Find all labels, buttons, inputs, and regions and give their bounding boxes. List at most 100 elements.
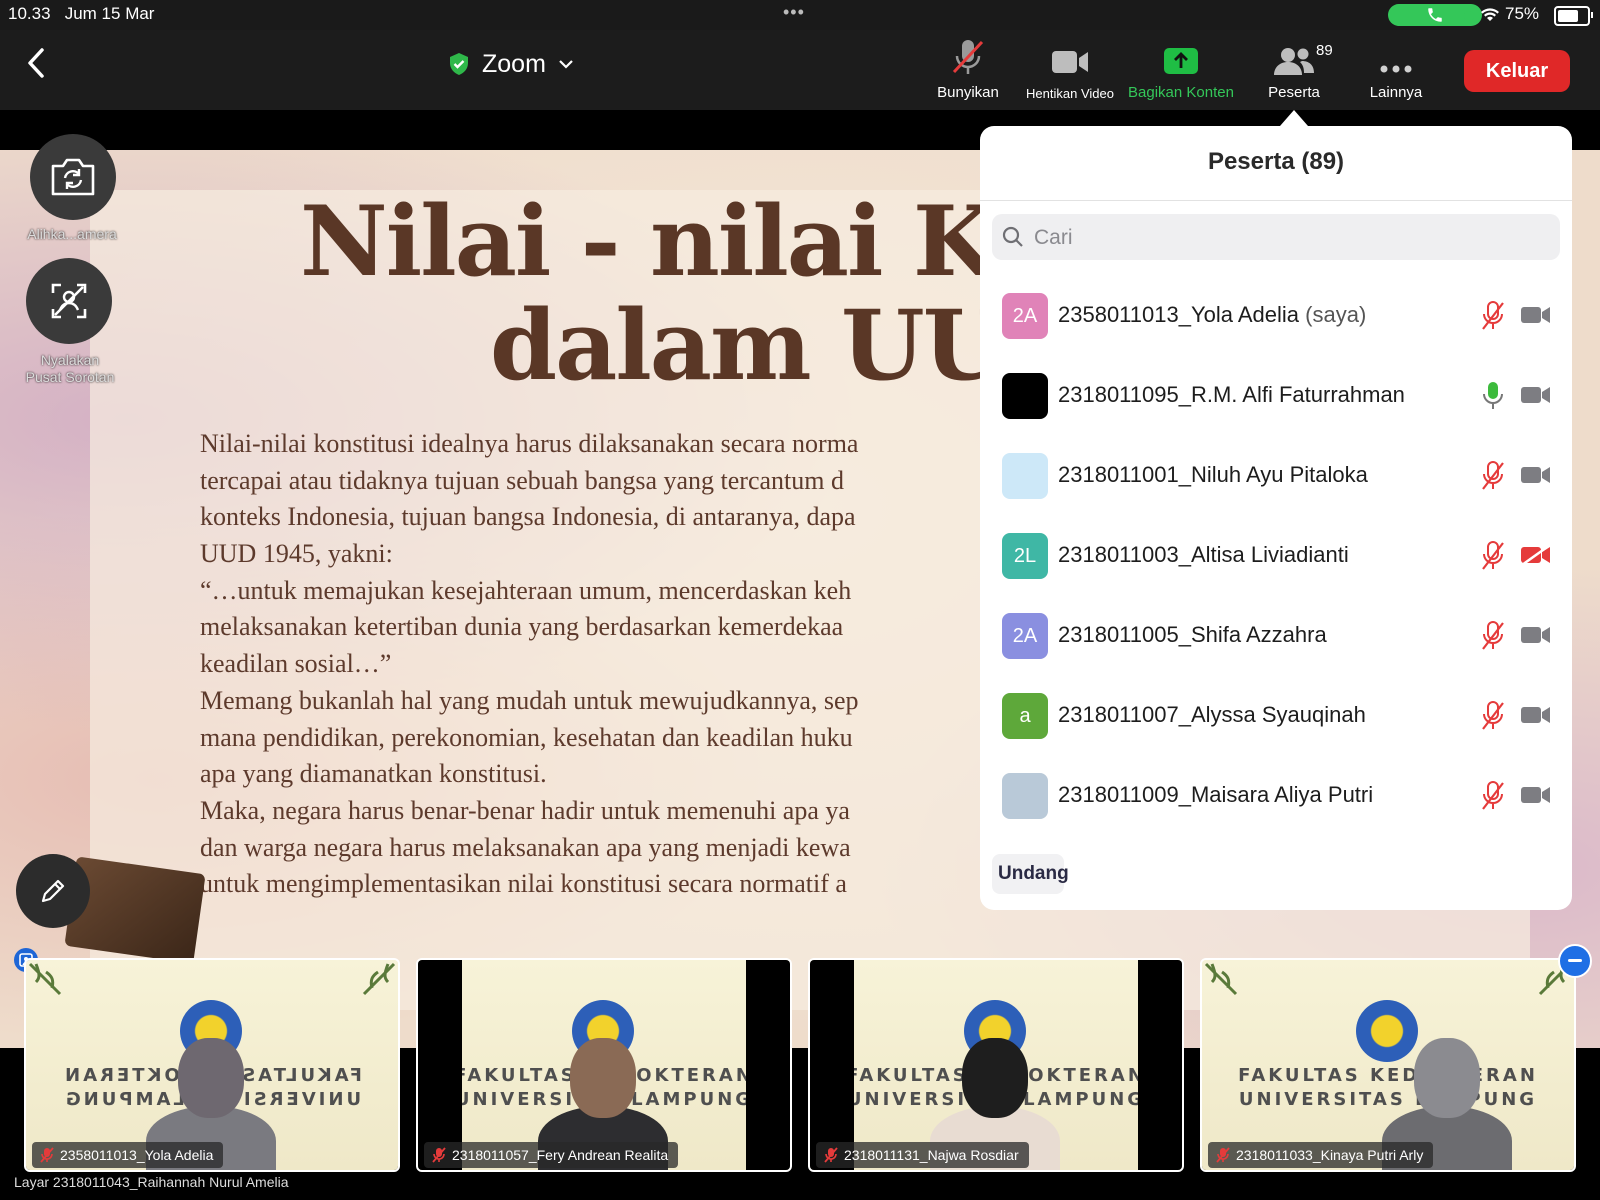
panel-title: Peserta (89) xyxy=(1207,148,1345,175)
multitasking-dots-icon[interactable]: ••• xyxy=(783,2,805,23)
mic-muted-icon xyxy=(432,1147,446,1163)
video-tile[interactable]: FAKULTAS KEDOKTERAN UNIVERSITAS LAMPUNG 2… xyxy=(808,958,1184,1172)
leaf-decoration xyxy=(28,962,62,996)
more-dots-icon xyxy=(1380,65,1412,73)
participant-avatar: a xyxy=(1002,693,1048,739)
leaf-decoration xyxy=(1204,962,1238,996)
participant-avatar xyxy=(1002,773,1048,819)
video-camera-icon[interactable] xyxy=(1520,464,1552,486)
leaf-decoration xyxy=(362,962,396,996)
annotate-button[interactable] xyxy=(16,854,90,928)
participant-name: 2318011095_R.M. Alfi Faturrahman xyxy=(1058,382,1405,407)
mic-muted-icon xyxy=(40,1147,54,1163)
mic-muted-icon[interactable] xyxy=(1480,540,1506,572)
slide-title-line-1: Nilai - nilai Kon xyxy=(300,185,1124,298)
more-label: Lainnya xyxy=(1369,84,1423,101)
participant-row[interactable]: a 2318011007_Alyssa Syauqinah xyxy=(980,676,1572,756)
switch-camera-button[interactable] xyxy=(30,134,116,220)
back-arrow-icon[interactable] xyxy=(22,46,52,80)
participant-name: 2318011003_Altisa Liviadianti xyxy=(1058,542,1349,567)
video-camera-icon[interactable] xyxy=(1520,624,1552,646)
mic-muted-icon[interactable] xyxy=(1480,300,1506,332)
call-icon xyxy=(1428,8,1442,22)
minus-icon xyxy=(1568,959,1582,962)
battery-percent: 75% xyxy=(1505,4,1540,23)
video-name-tag: 2318011057_Fery Andrean Realita xyxy=(424,1142,679,1168)
mic-muted-icon xyxy=(1216,1147,1230,1163)
invite-button[interactable]: Undang xyxy=(992,854,1069,894)
video-name-tag: 2318011131_Najwa Rosdiar xyxy=(816,1142,1029,1168)
slide-title-line-2: dalam UUD 1 xyxy=(490,289,1184,402)
participant-row[interactable]: 2L 2318011003_Altisa Liviadianti xyxy=(980,516,1572,596)
battery-icon xyxy=(1554,6,1593,26)
participants-panel: Peserta (89) 2A 2358011013_Yola Adelia (s… xyxy=(980,126,1572,910)
video-camera-icon[interactable] xyxy=(1520,704,1552,726)
video-tile[interactable]: FAKULTAS KEDOKTERAN UNIVERSITAS LAMPUNG 2… xyxy=(24,958,400,1172)
spotlight-button[interactable] xyxy=(26,258,112,344)
participant-row[interactable]: 2A 2318011005_Shifa Azzahra xyxy=(980,596,1572,676)
app-name: Zoom xyxy=(482,49,546,78)
wifi-icon xyxy=(1481,8,1499,21)
share-label: Bagikan Konten xyxy=(1128,84,1234,101)
participant-name: 2318011009_Maisara Aliya Putri xyxy=(1058,782,1374,807)
privacy-indicator xyxy=(1464,11,1474,21)
video-camera-icon[interactable] xyxy=(1520,384,1552,406)
mic-muted-icon[interactable] xyxy=(1480,780,1506,812)
leave-button[interactable]: Keluar xyxy=(1464,50,1570,92)
participant-row[interactable]: 2A 2358011013_Yola Adelia (saya) xyxy=(980,276,1572,356)
video-camera-icon[interactable] xyxy=(1520,784,1552,806)
participant-row[interactable]: 2318011095_R.M. Alfi Faturrahman xyxy=(980,356,1572,436)
participant-avatar xyxy=(1002,373,1048,419)
participant-name: 2318011005_Shifa Azzahra xyxy=(1058,622,1327,647)
video-label: Hentikan Video xyxy=(1026,86,1114,101)
meeting-toolbar: Zoom Bunyikan Hentikan Video Bagikan Kon… xyxy=(0,30,1600,110)
participant-name: 2318011001_Niluh Ayu Pitaloka xyxy=(1058,462,1368,487)
participant-name: 2318011007_Alyssa Syauqinah xyxy=(1058,702,1366,727)
video-thumbnail-strip: FAKULTAS KEDOKTERAN UNIVERSITAS LAMPUNG 2… xyxy=(0,958,1600,1172)
pencil-icon xyxy=(41,879,65,903)
video-name-tag: 2318011033_Kinaya Putri Arly xyxy=(1208,1142,1434,1168)
slide-title: Nilai - nilai Kon dalam UUD 1 xyxy=(300,185,1184,402)
video-tile[interactable]: FAKULTAS KEDOKTERAN UNIVERSITAS LAMPUNG 2… xyxy=(416,958,792,1172)
participant-row[interactable]: 2318011009_Maisara Aliya Putri xyxy=(980,756,1572,836)
search-input[interactable] xyxy=(1032,222,1536,254)
mute-label: Bunyikan xyxy=(937,84,999,101)
participant-avatar xyxy=(1002,453,1048,499)
minimize-thumbnails-button[interactable] xyxy=(1558,944,1592,978)
mic-muted-icon xyxy=(952,40,984,74)
switch-camera-label: Alihka...amera xyxy=(27,226,117,242)
mic-active-icon[interactable] xyxy=(1480,380,1506,412)
participant-row[interactable]: 2318011001_Niluh Ayu Pitaloka xyxy=(980,436,1572,516)
mic-muted-icon[interactable] xyxy=(1480,700,1506,732)
meeting-title-dropdown[interactable]: Zoom xyxy=(448,48,574,80)
search-box[interactable] xyxy=(992,214,1560,260)
video-off-icon[interactable] xyxy=(1520,544,1552,566)
switch-camera-icon xyxy=(51,158,95,196)
share-screen-icon xyxy=(1164,48,1198,74)
video-camera-icon[interactable] xyxy=(1520,304,1552,326)
mic-muted-icon[interactable] xyxy=(1480,620,1506,652)
status-bar: 10.33 Jum 15 Mar ••• 75% xyxy=(0,0,1600,30)
video-camera-icon xyxy=(1052,51,1088,73)
video-name-tag: 2358011013_Yola Adelia xyxy=(32,1142,224,1168)
mic-muted-icon[interactable] xyxy=(1480,460,1506,492)
participant-avatar: 2A xyxy=(1002,293,1048,339)
participant-avatar: 2L xyxy=(1002,533,1048,579)
participant-name: 2358011013_Yola Adelia (saya) xyxy=(1058,302,1367,327)
spotlight-off-icon xyxy=(51,283,87,319)
search-icon xyxy=(1002,226,1023,247)
stop-video-button[interactable]: Hentikan Video xyxy=(1018,38,1122,108)
spotlight-label: Nyalakan Pusat Sorotan xyxy=(25,352,115,385)
status-time-date: 10.33 Jum 15 Mar xyxy=(8,4,155,23)
screen-share-label: Layar 2318011043_Raihannah Nurul Amelia xyxy=(14,1174,289,1190)
mute-button[interactable]: Bunyikan xyxy=(930,38,1006,108)
panel-pointer xyxy=(1280,110,1308,126)
mic-muted-icon xyxy=(824,1147,838,1163)
chevron-down-icon xyxy=(559,60,573,69)
share-content-button[interactable]: Bagikan Konten xyxy=(1122,38,1240,108)
panel-divider xyxy=(980,200,1572,201)
participants-icon xyxy=(1274,48,1314,75)
participants-label: Peserta xyxy=(1268,84,1320,101)
video-tile[interactable]: FAKULTAS KEDOKTERAN UNIVERSITAS LAMPUNG 2… xyxy=(1200,958,1576,1172)
more-button[interactable]: Lainnya xyxy=(1356,38,1436,108)
